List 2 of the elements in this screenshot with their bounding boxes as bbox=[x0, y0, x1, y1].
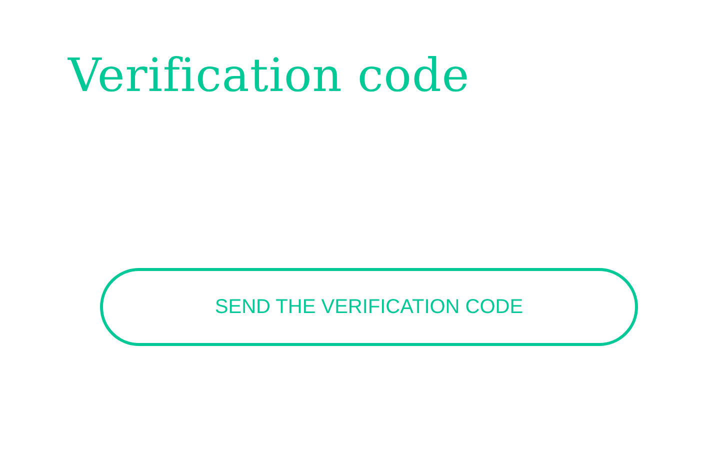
page-title: Verification code bbox=[68, 48, 471, 102]
send-code-button[interactable]: SEND THE VERIFICATION CODE bbox=[100, 268, 638, 346]
